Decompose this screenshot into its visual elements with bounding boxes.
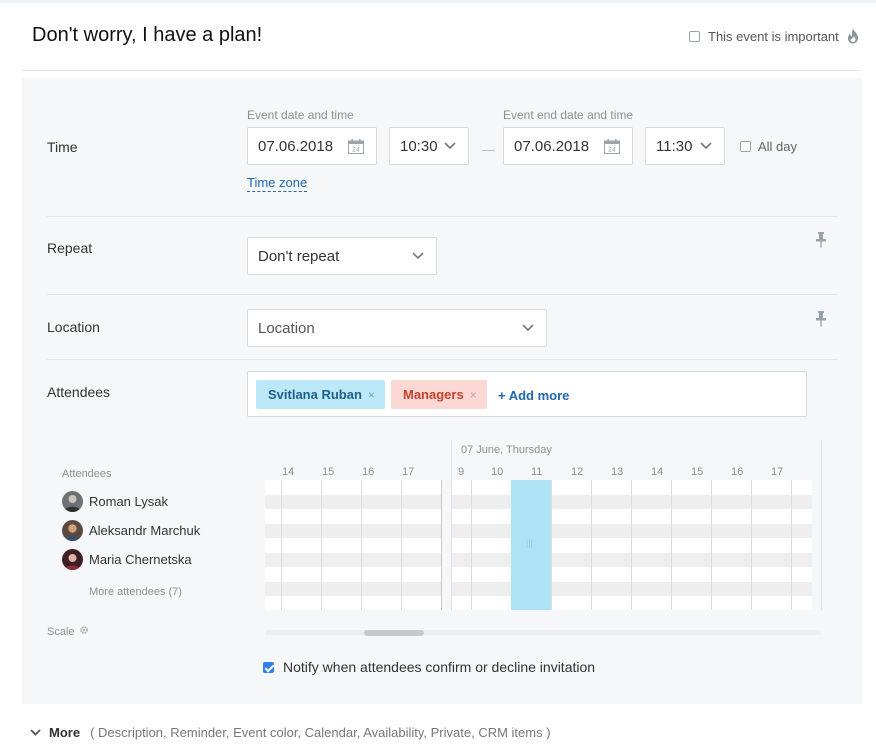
start-time-select[interactable]: 10:30	[389, 127, 469, 165]
important-toggle[interactable]: This event is important	[689, 28, 859, 44]
hour-label: 16	[731, 466, 744, 478]
planner-person: Roman Lysak	[62, 491, 168, 512]
gear-icon[interactable]	[79, 625, 89, 638]
hour-label: 9	[458, 466, 465, 478]
person-name: Maria Chernetska	[89, 552, 192, 567]
more-label: More	[49, 725, 81, 740]
hour-label: 14	[651, 466, 664, 478]
pin-icon[interactable]	[815, 311, 827, 327]
hour-label: 15	[691, 466, 704, 478]
avatar	[62, 549, 83, 570]
planner-date-header: 07 June, Thursday	[461, 444, 552, 456]
hour-label: 12	[571, 466, 584, 478]
important-label: This event is important	[708, 28, 839, 44]
planner-right-border	[821, 440, 822, 610]
calendar-icon[interactable]: 24	[604, 139, 620, 154]
event-title[interactable]: Don't worry, I have a plan!	[32, 24, 262, 47]
scale-label: Scale	[47, 625, 75, 638]
remove-icon[interactable]: ×	[368, 388, 375, 402]
attendees-label: Attendees	[47, 384, 111, 400]
location-label: Location	[47, 319, 100, 335]
notify-checkbox[interactable]	[263, 661, 274, 673]
allday-label: All day	[758, 139, 798, 154]
top-border	[0, 0, 876, 3]
range-dash: —	[482, 142, 495, 157]
time-zone-link[interactable]: Time zone	[247, 175, 308, 192]
time-label: Time	[47, 139, 78, 155]
hour-label: 17	[771, 466, 784, 478]
hour-label: 15	[322, 466, 335, 478]
chevron-down-icon	[700, 142, 712, 150]
chevron-down-icon	[444, 142, 456, 150]
start-date-value: 07.06.2018	[258, 137, 334, 155]
repeat-label: Repeat	[47, 240, 93, 256]
hour-label: 17	[402, 466, 415, 478]
end-caption: Event end date and time	[503, 108, 634, 122]
avatar	[62, 520, 83, 541]
row-divider	[47, 216, 837, 217]
more-items: ( Description, Reminder, Event color, Ca…	[90, 725, 551, 740]
svg-text:24: 24	[608, 147, 616, 154]
timeline-grid-previous[interactable]	[265, 480, 442, 610]
hour-label: 10	[491, 466, 504, 478]
end-time-select[interactable]: 11:30	[645, 127, 725, 165]
end-date-input[interactable]: 07.06.2018 24	[503, 127, 633, 165]
end-date-value: 07.06.2018	[514, 137, 590, 155]
chevron-down-icon	[522, 324, 534, 332]
person-name: Roman Lysak	[89, 494, 168, 509]
selection-drag-handle[interactable]: |||	[526, 538, 533, 548]
add-more-link[interactable]: + Add more	[498, 388, 569, 403]
allday-checkbox[interactable]	[740, 141, 751, 152]
row-divider	[47, 294, 837, 295]
scale-control[interactable]: Scale	[47, 625, 89, 638]
timeline-scrollbar[interactable]	[265, 630, 821, 635]
end-time-value: 11:30	[656, 137, 693, 155]
notify-toggle[interactable]: Notify when attendees confirm or decline…	[263, 659, 595, 675]
svg-text:24: 24	[352, 147, 360, 154]
attendee-tag-name: Managers	[403, 387, 464, 402]
header-divider	[22, 70, 862, 71]
flame-icon	[847, 28, 858, 44]
allday-toggle[interactable]: All day	[740, 139, 797, 154]
chevron-down-icon	[412, 252, 424, 260]
hour-label: 16	[362, 466, 375, 478]
person-name: Aleksandr Marchuk	[89, 523, 201, 538]
start-caption: Event date and time	[247, 108, 354, 122]
hour-label: 14	[282, 466, 295, 478]
planner-person: Maria Chernetska	[62, 549, 192, 570]
timeline-grid-day[interactable]	[452, 480, 812, 610]
avatar	[62, 491, 83, 512]
scrollbar-thumb[interactable]	[364, 630, 424, 636]
row-divider	[47, 359, 837, 360]
hour-label: 13	[611, 466, 624, 478]
repeat-value: Don't repeat	[258, 247, 340, 265]
repeat-select[interactable]: Don't repeat	[247, 237, 437, 275]
hour-label: 11	[531, 466, 543, 478]
attendee-tag-name: Svitlana Ruban	[268, 387, 362, 402]
more-expander[interactable]: More ( Description, Reminder, Event colo…	[30, 725, 551, 740]
planner-attendees-caption: Attendees	[62, 468, 112, 480]
attendees-input[interactable]: Svitlana Ruban × Managers × + Add more	[247, 371, 807, 417]
start-date-input[interactable]: 07.06.2018 24	[247, 127, 377, 165]
location-placeholder: Location	[258, 319, 315, 337]
more-attendees-link[interactable]: More attendees (7)	[89, 586, 182, 598]
location-select[interactable]: Location	[247, 309, 547, 347]
chevron-down-icon	[30, 729, 41, 736]
calendar-icon[interactable]: 24	[348, 139, 364, 154]
start-time-value: 10:30	[400, 137, 438, 155]
remove-icon[interactable]: ×	[470, 388, 477, 402]
attendee-tag[interactable]: Svitlana Ruban ×	[256, 380, 385, 409]
notify-label: Notify when attendees confirm or decline…	[283, 659, 596, 675]
planner-person: Aleksandr Marchuk	[62, 520, 200, 541]
important-checkbox[interactable]	[689, 30, 700, 42]
pin-icon[interactable]	[815, 232, 827, 248]
attendee-tag[interactable]: Managers ×	[391, 380, 487, 409]
